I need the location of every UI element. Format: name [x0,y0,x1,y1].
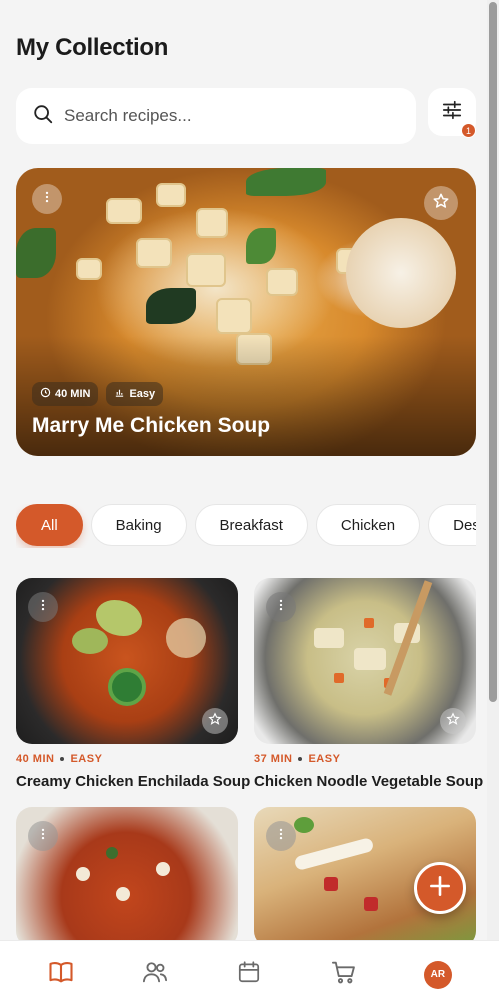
scrollbar-thumb[interactable] [489,2,497,702]
featured-time: 40 MIN [55,388,91,400]
recipe-title[interactable]: Creamy Chicken Enchilada Soup [16,773,250,790]
featured-difficulty-chip: Easy [106,382,164,406]
more-vertical-icon [36,827,50,846]
clock-icon [40,387,51,401]
search-input[interactable] [64,106,384,126]
featured-time-chip: 40 MIN [32,382,99,406]
more-vertical-icon [36,598,50,617]
star-icon [208,711,222,731]
featured-more-button[interactable] [32,184,62,214]
recipe-meta: 40 MIN EASY [16,753,102,765]
book-icon [47,958,75,991]
recipe-card[interactable] [16,578,238,744]
recipe-more-button[interactable] [266,592,296,622]
sliders-icon [441,99,463,126]
recipe-card[interactable] [254,578,476,744]
recipe-favorite-button[interactable] [202,708,228,734]
search-bar[interactable] [16,88,416,144]
nav-planner[interactable] [219,945,279,1005]
category-all[interactable]: All [16,504,83,546]
category-filter-bar: All Baking Breakfast Chicken Desserts [16,504,476,548]
more-vertical-icon [274,827,288,846]
cart-icon [330,958,358,991]
more-vertical-icon [274,598,288,617]
recipe-meta: 37 MIN EASY [254,753,340,765]
featured-difficulty: Easy [129,388,156,400]
plus-icon [427,873,453,904]
users-icon [141,958,169,991]
recipe-time: 37 MIN [254,753,293,765]
recipe-favorite-button[interactable] [440,708,466,734]
nav-shopping[interactable] [314,945,374,1005]
featured-favorite-button[interactable] [424,186,458,220]
page-title: My Collection [16,34,169,61]
featured-recipe-card[interactable]: 40 MIN Easy Marry Me Chicken Soup [16,168,476,456]
recipe-time: 40 MIN [16,753,55,765]
scrollbar[interactable] [487,0,499,1008]
recipe-more-button[interactable] [28,821,58,851]
bar-chart-icon [114,387,125,401]
category-desserts[interactable]: Desserts [428,504,476,546]
recipe-title[interactable]: Chicken Noodle Vegetable Soup [254,773,483,790]
meta-separator [298,757,303,761]
calendar-icon [236,959,262,990]
recipe-more-button[interactable] [28,592,58,622]
category-breakfast[interactable]: Breakfast [194,504,308,546]
category-chicken[interactable]: Chicken [315,504,421,546]
recipe-difficulty: EASY [308,753,341,765]
filter-count-badge: 1 [461,123,476,138]
recipe-difficulty: EASY [70,753,103,765]
recipe-more-button[interactable] [266,821,296,851]
star-icon [432,192,450,215]
star-icon [446,711,460,731]
nav-community[interactable] [125,945,185,1005]
featured-title: Marry Me Chicken Soup [32,414,271,437]
recipe-card[interactable] [16,807,238,947]
more-vertical-icon [40,190,54,209]
nav-collection[interactable] [31,945,91,1005]
bottom-navigation: AR [0,940,499,1008]
filter-button[interactable]: 1 [428,88,476,138]
nav-profile[interactable]: AR [408,945,468,1005]
avatar: AR [423,960,452,989]
meta-separator [60,757,65,761]
category-baking[interactable]: Baking [90,504,187,546]
search-icon [32,103,54,130]
add-recipe-button[interactable] [414,862,466,914]
